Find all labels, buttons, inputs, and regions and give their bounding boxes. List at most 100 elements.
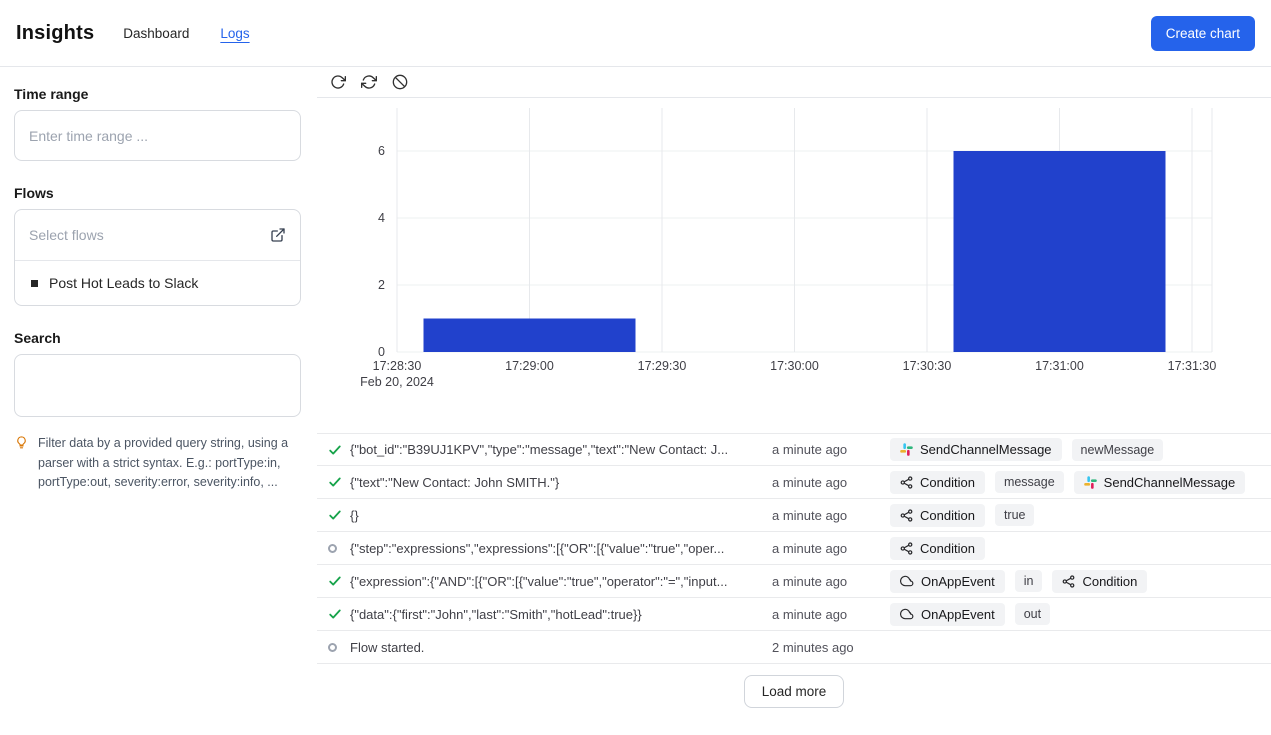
branch-icon	[900, 542, 913, 555]
external-link-icon[interactable]	[270, 227, 286, 243]
node-badge-label: Condition	[920, 541, 975, 556]
top-header: Insights Dashboard Logs Create chart	[0, 0, 1271, 67]
svg-text:2: 2	[378, 278, 385, 292]
branch-node-badge: Condition	[890, 504, 985, 527]
log-timestamp: 2 minutes ago	[772, 640, 890, 655]
svg-text:17:30:00: 17:30:00	[770, 359, 819, 373]
log-row[interactable]: {}a minute agoConditiontrue	[317, 499, 1271, 532]
selected-flow-item[interactable]: Post Hot Leads to Slack	[15, 260, 300, 305]
auto-refresh-icon	[361, 74, 377, 90]
success-check-icon	[328, 607, 350, 621]
logs-main-panel: 024617:28:3017:29:0017:29:3017:30:0017:3…	[317, 67, 1271, 735]
branch-node-badge: Condition	[890, 537, 985, 560]
node-badge-label: Condition	[1082, 574, 1137, 589]
log-step-badges: ConditionmessageSendChannelMessage	[890, 471, 1271, 494]
success-check-icon	[328, 443, 350, 457]
log-step-badges: OnAppEvent out	[890, 603, 1271, 626]
slack-node-badge: SendChannelMessage	[890, 438, 1062, 461]
auto-refresh-button[interactable]	[358, 71, 380, 93]
log-timestamp: a minute ago	[772, 508, 890, 523]
cloud-icon	[900, 574, 914, 588]
flows-select-box: Select flows Post Hot Leads to Slack	[14, 209, 301, 306]
flows-select[interactable]: Select flows	[15, 210, 300, 260]
log-row[interactable]: {"text":"New Contact: John SMITH."}a min…	[317, 466, 1271, 499]
branch-node-badge: Condition	[1052, 570, 1147, 593]
cloud-icon	[900, 607, 914, 621]
svg-text:17:30:30: 17:30:30	[903, 359, 952, 373]
log-message: {"expression":{"AND":[{"OR":[{"value":"t…	[350, 574, 772, 589]
log-timestamp: a minute ago	[772, 475, 890, 490]
port-badge: out	[1015, 603, 1050, 625]
chart-toolbar	[317, 67, 1271, 98]
node-badge-label: Condition	[920, 508, 975, 523]
load-more-button[interactable]: Load more	[744, 675, 845, 708]
success-check-icon	[328, 574, 350, 588]
chart-bar	[424, 319, 636, 353]
neutral-dot-icon	[328, 544, 350, 553]
log-timestamp: a minute ago	[772, 574, 890, 589]
branch-icon	[1062, 575, 1075, 588]
log-row[interactable]: {"data":{"first":"John","last":"Smith","…	[317, 598, 1271, 631]
create-chart-button[interactable]: Create chart	[1151, 16, 1255, 51]
tab-dashboard[interactable]: Dashboard	[123, 26, 189, 41]
log-message: Flow started.	[350, 640, 772, 655]
time-range-label: Time range	[14, 86, 301, 102]
log-step-badges: OnAppEventinCondition	[890, 570, 1271, 593]
log-table: {"bot_id":"B39UJ1KPV","type":"message","…	[317, 433, 1271, 664]
log-row[interactable]: {"bot_id":"B39UJ1KPV","type":"message","…	[317, 433, 1271, 466]
chart-container: 024617:28:3017:29:0017:29:3017:30:0017:3…	[317, 98, 1271, 400]
log-timestamp: a minute ago	[772, 541, 890, 556]
cloud-node-badge: OnAppEvent	[890, 603, 1005, 626]
slack-icon	[900, 443, 913, 456]
log-row[interactable]: {"step":"expressions","expressions":[{"O…	[317, 532, 1271, 565]
search-hint: Filter data by a provided query string, …	[14, 434, 294, 493]
node-badge-label: SendChannelMessage	[1104, 475, 1236, 490]
search-label: Search	[14, 330, 301, 346]
log-step-badges: SendChannelMessage newMessage	[890, 438, 1271, 461]
branch-icon	[900, 476, 913, 489]
log-row[interactable]: Flow started.2 minutes ago	[317, 631, 1271, 664]
port-badge: newMessage	[1072, 439, 1164, 461]
branch-icon	[900, 509, 913, 522]
cancel-refresh-button[interactable]	[389, 71, 411, 93]
flows-label: Flows	[14, 185, 301, 201]
neutral-dot-icon	[328, 643, 350, 652]
svg-text:17:29:30: 17:29:30	[638, 359, 687, 373]
filters-sidebar: Time range Flows Select flows Post Hot L…	[0, 67, 317, 735]
success-check-icon	[328, 475, 350, 489]
time-range-input[interactable]	[14, 110, 301, 161]
svg-text:Feb 20, 2024: Feb 20, 2024	[360, 375, 434, 389]
log-message: {"data":{"first":"John","last":"Smith","…	[350, 607, 772, 622]
log-step-badges: Condition true	[890, 504, 1271, 527]
svg-text:0: 0	[378, 345, 385, 359]
refresh-button[interactable]	[327, 71, 349, 93]
header-tabs: Dashboard Logs	[123, 26, 249, 41]
log-step-badges: Condition	[890, 537, 1271, 560]
ban-icon	[392, 74, 408, 90]
node-badge-label: OnAppEvent	[921, 574, 995, 589]
lightbulb-icon	[14, 434, 29, 493]
brand-title: Insights	[16, 22, 94, 45]
log-message: {"bot_id":"B39UJ1KPV","type":"message","…	[350, 442, 772, 457]
branch-node-badge: Condition	[890, 471, 985, 494]
log-timestamp: a minute ago	[772, 442, 890, 457]
chart-bar	[954, 151, 1166, 352]
svg-text:17:31:00: 17:31:00	[1035, 359, 1084, 373]
success-check-icon	[328, 508, 350, 522]
node-badge-label: Condition	[920, 475, 975, 490]
svg-text:4: 4	[378, 211, 385, 225]
tab-logs[interactable]: Logs	[220, 26, 249, 41]
log-timestamp: a minute ago	[772, 607, 890, 622]
cloud-node-badge: OnAppEvent	[890, 570, 1005, 593]
port-badge: true	[995, 504, 1035, 526]
node-badge-label: SendChannelMessage	[920, 442, 1052, 457]
log-row[interactable]: {"expression":{"AND":[{"OR":[{"value":"t…	[317, 565, 1271, 598]
flow-bullet-icon	[31, 280, 38, 287]
search-input[interactable]	[14, 354, 301, 417]
svg-text:17:28:30: 17:28:30	[373, 359, 422, 373]
logs-activity-chart: 024617:28:3017:29:0017:29:3017:30:0017:3…	[317, 100, 1271, 400]
svg-text:17:29:00: 17:29:00	[505, 359, 554, 373]
selected-flow-label: Post Hot Leads to Slack	[49, 275, 198, 291]
refresh-icon	[330, 74, 346, 90]
svg-text:17:31:30: 17:31:30	[1168, 359, 1217, 373]
